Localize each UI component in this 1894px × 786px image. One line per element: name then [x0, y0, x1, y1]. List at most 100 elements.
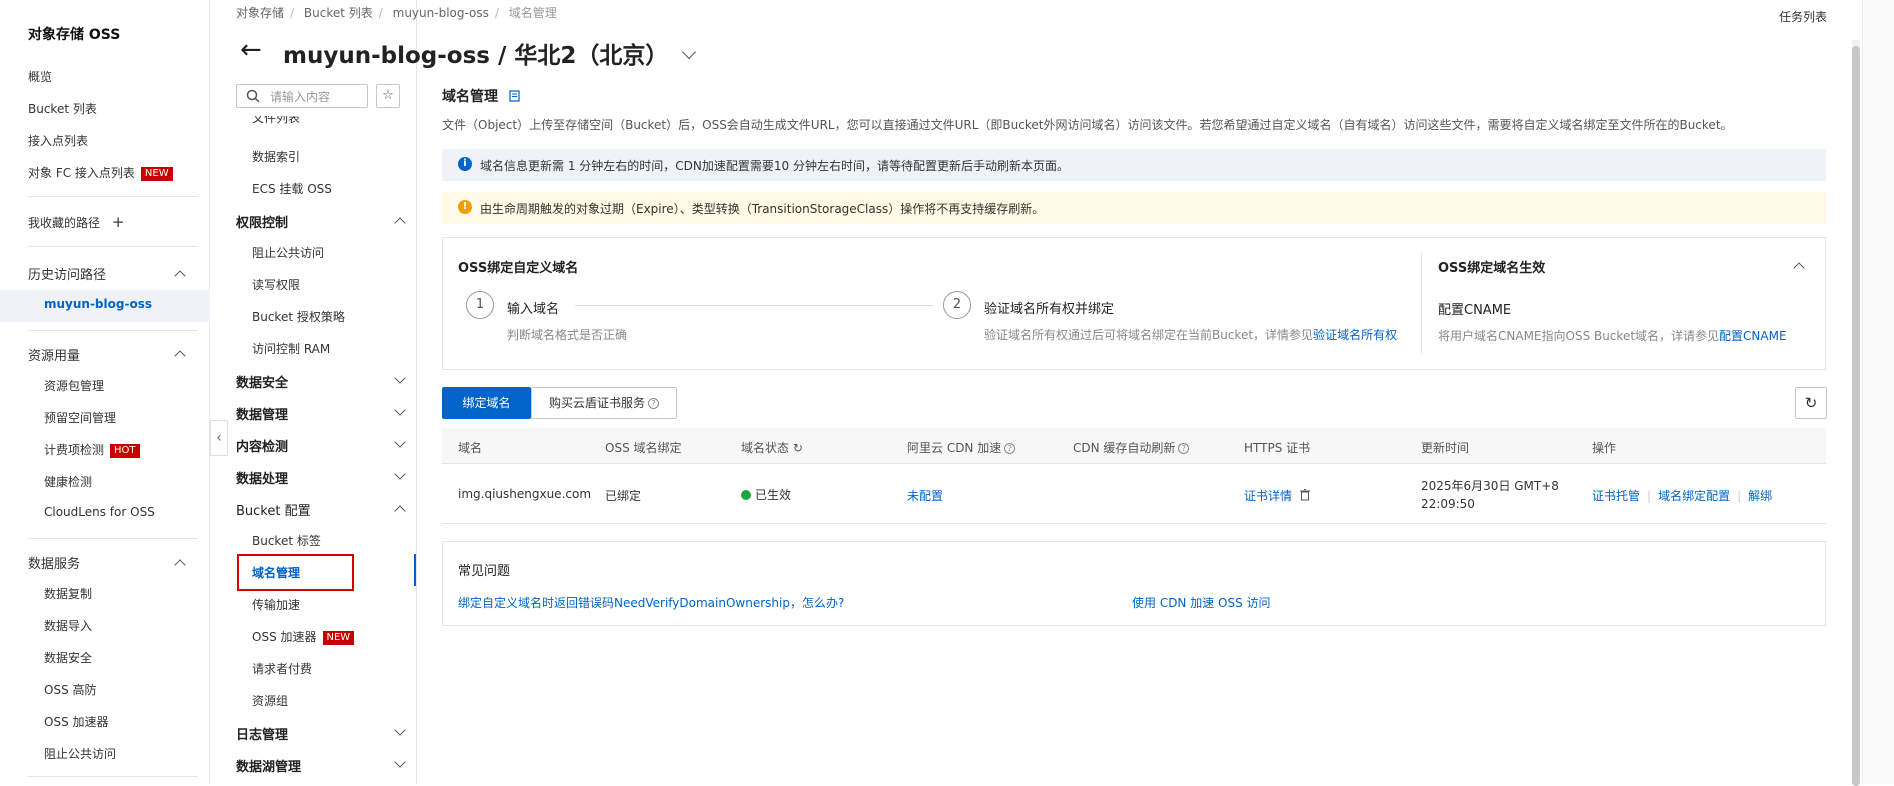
sidebar-item-reserved-space[interactable]: 预留空间管理 — [44, 409, 116, 426]
nav-group-data-management[interactable]: 数据管理 — [236, 404, 288, 423]
breadcrumb-item[interactable]: 对象存储 — [236, 6, 284, 20]
sidebar-item-data-replication[interactable]: 数据复制 — [44, 585, 92, 602]
sidebar-group-history[interactable]: 历史访问路径 — [28, 264, 106, 283]
col-header: 域名 — [458, 441, 483, 455]
nav-item-bucket-tags[interactable]: Bucket 标签 — [252, 532, 321, 549]
trash-icon[interactable] — [1299, 489, 1310, 501]
refresh-icon[interactable]: ↻ — [793, 441, 803, 455]
nav-group-perm[interactable]: 权限控制 — [236, 212, 288, 231]
nav-item-resource-group[interactable]: 资源组 — [252, 692, 288, 709]
nav-item-requester-pays[interactable]: 请求者付费 — [252, 660, 312, 677]
sidebar-item-data-security[interactable]: 数据安全 — [44, 649, 92, 666]
faq-link[interactable]: 使用 CDN 加速 OSS 访问 — [1132, 594, 1271, 611]
nav-group-datalake[interactable]: 数据湖管理 — [236, 756, 301, 775]
divider — [28, 538, 198, 539]
step-1-desc: 判断域名格式是否正确 — [507, 328, 628, 342]
sidebar-item-muyun-blog-oss[interactable]: muyun-blog-oss — [44, 297, 152, 311]
sidebar-item-resource-pack[interactable]: 资源包管理 — [44, 377, 104, 394]
faq-title: 常见问题 — [458, 564, 511, 579]
plus-icon[interactable]: + — [112, 213, 125, 231]
sidebar-item-favorites[interactable]: 我收藏的路径 + — [28, 213, 124, 231]
help-icon[interactable]: ? — [1004, 443, 1016, 454]
sidebar-item-label: 计费项检测 — [44, 443, 105, 457]
updated-time: 22:09:50 — [1421, 497, 1475, 511]
nav-group-data-processing[interactable]: 数据处理 — [236, 468, 288, 487]
cname-desc-text: 将用户域名CNAME指向OSS Bucket域名，详请参见 — [1438, 329, 1720, 343]
sidebar-item-oss-accelerator[interactable]: OSS 加速器 — [44, 713, 109, 730]
nav-group-log[interactable]: 日志管理 — [236, 724, 288, 743]
cert-hosting-link[interactable]: 证书托管 — [1592, 489, 1640, 503]
nav-item-domain-mgmt[interactable]: 域名管理 — [252, 564, 300, 581]
updated-date: 2025年6月30日 GMT+8 — [1421, 479, 1559, 493]
page-title: muyun-blog-oss / 华北2（北京） — [283, 36, 697, 70]
unbind-link[interactable]: 解绑 — [1748, 489, 1772, 503]
chevron-up-icon[interactable] — [174, 350, 186, 362]
chevron-down-icon[interactable] — [682, 44, 697, 60]
col-header: 更新时间 — [1421, 441, 1470, 455]
sidebar-item-billing-check[interactable]: 计费项检测 HOT — [44, 441, 140, 458]
back-arrow-icon[interactable]: ← — [240, 37, 262, 63]
sidebar-item-health-check[interactable]: 健康检测 — [44, 473, 92, 490]
nav-item-transfer-accel[interactable]: 传输加速 — [252, 596, 300, 613]
info-alert-text: 域名信息更新需 1 分钟左右的时间，CDN加速配置需要10 分钟左右时间，请等待… — [480, 159, 1069, 173]
nav-item-block-public[interactable]: 阻止公共访问 — [252, 244, 324, 261]
cdn-config-link[interactable]: 未配置 — [907, 489, 943, 503]
chevron-up-icon[interactable] — [174, 270, 186, 282]
nav-item-ram[interactable]: 访问控制 RAM — [252, 340, 330, 357]
search-icon — [246, 89, 260, 103]
nav-group-content-detect[interactable]: 内容检测 — [236, 436, 288, 455]
bind-domain-button[interactable]: 绑定域名 — [442, 387, 531, 419]
nav-item-rw-perm[interactable]: 读写权限 — [252, 276, 300, 293]
col-header: OSS 域名绑定 — [605, 441, 682, 455]
favorite-star-button[interactable]: ☆ — [376, 84, 400, 108]
sidebar-item-oss-defense[interactable]: OSS 高防 — [44, 681, 97, 698]
sidebar-item-block-public[interactable]: 阻止公共访问 — [44, 745, 116, 762]
breadcrumb: 对象存储 / Bucket 列表 / muyun-blog-oss / 域名管理 — [236, 6, 557, 20]
info-icon: i — [458, 157, 472, 171]
sidebar-item-fc-access-points[interactable]: 对象 FC 接入点列表 NEW — [28, 164, 173, 181]
domain-bind-config-link[interactable]: 域名绑定配置 — [1658, 489, 1730, 503]
breadcrumb-item[interactable]: muyun-blog-oss — [393, 6, 489, 20]
nav-item-data-index[interactable]: 数据索引 — [252, 148, 300, 165]
sidebar-item-data-import[interactable]: 数据导入 — [44, 617, 92, 634]
cert-detail-link[interactable]: 证书详情 — [1244, 489, 1292, 503]
star-icon: ☆ — [382, 88, 394, 103]
buy-cert-button[interactable]: 购买云盾证书服务? — [531, 387, 677, 419]
cell-actions: 证书托管 | 域名绑定配置 | 解绑 — [1592, 489, 1773, 503]
sidebar-item-access-points[interactable]: 接入点列表 — [28, 132, 88, 149]
breadcrumb-item[interactable]: Bucket 列表 — [304, 6, 373, 20]
nav-item-bucket-policy[interactable]: Bucket 授权策略 — [252, 308, 345, 325]
warning-alert-text: 由生命周期触发的对象过期（Expire）、类型转换（TransitionStor… — [480, 202, 1045, 216]
nav-item-oss-accel[interactable]: OSS 加速器 NEW — [252, 628, 355, 645]
success-icon — [741, 490, 751, 500]
nav-item-ecs-mount[interactable]: ECS 挂载 OSS — [252, 180, 332, 197]
refresh-button[interactable]: ↻ — [1795, 387, 1827, 419]
new-badge: NEW — [322, 630, 355, 645]
step-2-desc: 验证域名所有权通过后可将域名绑定在当前Bucket，详情参见验证域名所有权 — [984, 326, 1397, 343]
col-header: HTTPS 证书 — [1244, 441, 1311, 455]
config-cname-link[interactable]: 配置CNAME — [1719, 329, 1787, 343]
sidebar-group-resource-usage[interactable]: 资源用量 — [28, 345, 80, 364]
chevron-up-icon[interactable] — [174, 559, 186, 571]
col-header-text: 域名状态 — [741, 441, 790, 455]
faq-link[interactable]: 绑定自定义域名时返回错误码NeedVerifyDomainOwnership，怎… — [458, 594, 844, 611]
help-icon[interactable]: ? — [1178, 443, 1190, 454]
sidebar-item-overview[interactable]: 概览 — [28, 68, 52, 85]
main-sidebar: 对象存储 OSS 概览 Bucket 列表 接入点列表 对象 FC 接入点列表 N… — [0, 0, 210, 784]
search-placeholder: 请输入内容 — [270, 90, 331, 104]
verify-ownership-link[interactable]: 验证域名所有权 — [1313, 328, 1397, 342]
refresh-icon: ↻ — [1804, 394, 1818, 412]
nav-group-data-security[interactable]: 数据安全 — [236, 372, 288, 391]
buy-cert-label: 购买云盾证书服务 — [548, 396, 645, 410]
task-list-link[interactable]: 任务列表 — [1779, 8, 1827, 25]
sidebar-item-cloudlens[interactable]: CloudLens for OSS — [44, 505, 155, 519]
nav-item-file-list[interactable]: 文件列表 — [252, 116, 300, 124]
sidebar-group-data-service[interactable]: 数据服务 — [28, 553, 80, 572]
nav-group-bucket-config[interactable]: Bucket 配置 — [236, 500, 311, 519]
doc-icon[interactable] — [509, 90, 520, 102]
sidebar-item-bucket-list[interactable]: Bucket 列表 — [28, 100, 97, 117]
scrollbar-thumb[interactable] — [1852, 46, 1860, 786]
collapse-sidebar-button[interactable]: ‹ — [210, 420, 228, 456]
divider — [28, 776, 198, 777]
sidebar-item-label: 对象 FC 接入点列表 — [28, 166, 135, 180]
